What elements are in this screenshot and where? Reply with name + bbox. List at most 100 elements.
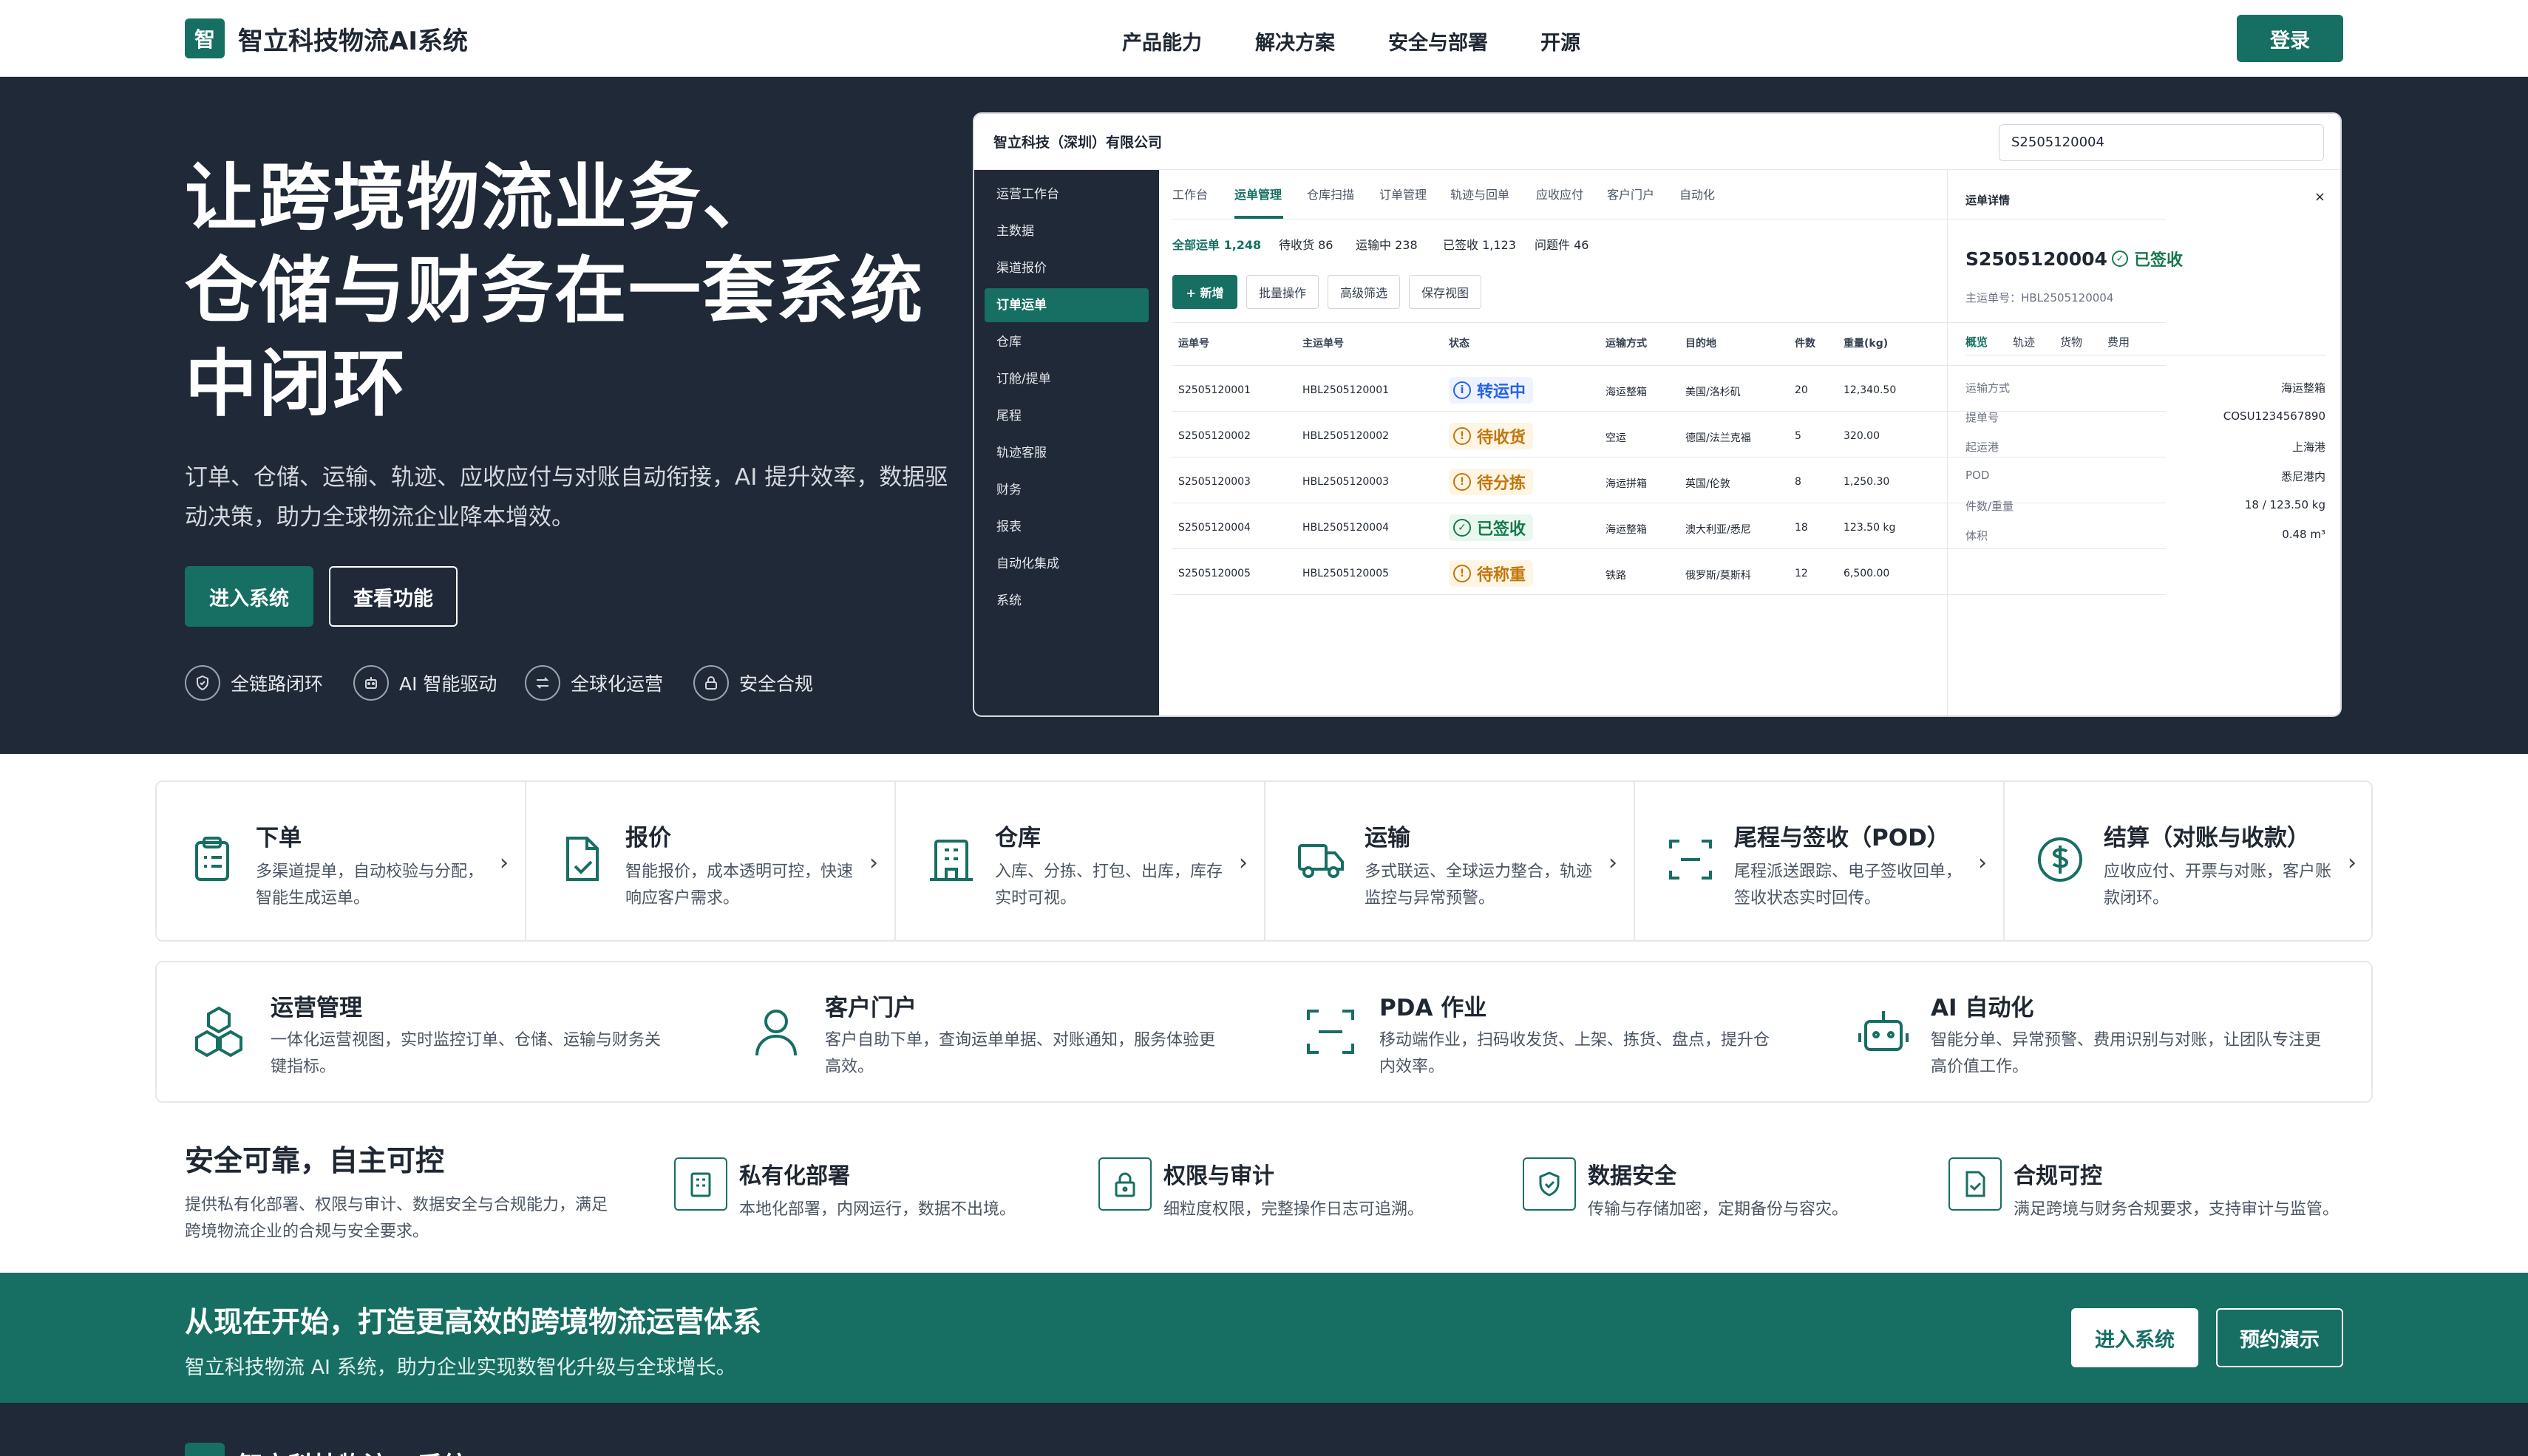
cell-dest: 英国/伦敦: [1685, 478, 1730, 490]
card-desc: 尾程派送跟踪、电子签收回单，签收状态实时回传。: [1734, 863, 1963, 908]
tab-finance[interactable]: 应收应付: [1536, 185, 1583, 203]
detail-heading: 运单详情: [1965, 194, 2011, 207]
tab-orders[interactable]: 订单管理: [1379, 185, 1427, 203]
sidebar-item-warehouse[interactable]: 仓库: [985, 325, 1149, 359]
cell-id[interactable]: S2505120003: [1178, 476, 1251, 488]
add-button[interactable]: + 新增: [1172, 275, 1237, 309]
security-item-title: 数据安全: [1588, 1163, 1676, 1189]
detail-tab-fees[interactable]: 费用: [2107, 334, 2130, 350]
card-desc: 客户自助下单，查询运单单据、对账通知，服务体验更高效。: [825, 1031, 1216, 1076]
sidebar-item-finance[interactable]: 财务: [985, 473, 1149, 507]
batch-button[interactable]: 批量操作: [1246, 275, 1319, 309]
sidebar-item-orders[interactable]: 订单运单: [985, 288, 1149, 322]
detail-tab-overview[interactable]: 概览: [1965, 334, 1988, 350]
tab-workbench[interactable]: 工作台: [1172, 185, 1208, 203]
cubes-icon: [195, 1006, 242, 1058]
detail-tab-tracking[interactable]: 轨迹: [2013, 334, 2035, 350]
save-view-button[interactable]: 保存视图: [1409, 275, 1481, 309]
footer-brand[interactable]: 智立科技物流AI系统: [238, 1446, 468, 1456]
status-badge: ✓ 已签收: [1449, 514, 1534, 541]
tab-automation[interactable]: 自动化: [1679, 185, 1715, 203]
status-text: 待收货: [1477, 429, 1526, 447]
app-topbar: 智立科技（深圳）有限公司 S2505120004: [974, 114, 2340, 170]
brand-name[interactable]: 智立科技物流AI系统: [238, 21, 468, 57]
shield-icon: [185, 665, 220, 701]
swap-icon: [525, 665, 560, 701]
card-transport[interactable]: 运输 多式联运、全球运力整合，轨迹监控与异常预警。 ›: [1265, 782, 1635, 940]
close-icon[interactable]: ×: [2314, 189, 2325, 205]
alert-icon: !: [1453, 427, 1471, 445]
cell-mode: 海运整箱: [1606, 524, 1647, 536]
card-title[interactable]: 客户门户: [825, 989, 917, 1022]
card-title[interactable]: 运营管理: [271, 989, 362, 1022]
alert-icon: !: [1453, 473, 1471, 491]
cell-master: HBL2505120005: [1302, 568, 1390, 579]
cell-mode: 海运拼箱: [1606, 478, 1647, 490]
sidebar-item-booking[interactable]: 订舱/提单: [985, 362, 1149, 396]
tab-customer-portal[interactable]: 客户门户: [1607, 185, 1654, 203]
card-title[interactable]: PDA 作业: [1379, 989, 1486, 1022]
cell-mode: 海运整箱: [1606, 387, 1647, 398]
stat-in-transit[interactable]: 运输中 238: [1356, 235, 1418, 253]
card-title[interactable]: AI 自动化: [1931, 989, 2033, 1022]
card-title: 仓库: [995, 825, 1041, 851]
nav-product[interactable]: 产品能力: [1122, 27, 1202, 55]
enter-system-button[interactable]: 进入系统: [185, 566, 313, 627]
filter-button[interactable]: 高级筛选: [1328, 275, 1400, 309]
cell-id[interactable]: S2505120002: [1178, 430, 1251, 442]
detail-tab-cargo[interactable]: 货物: [2060, 334, 2082, 350]
tab-warehouse-scan[interactable]: 仓库扫描: [1307, 185, 1354, 203]
login-button[interactable]: 登录: [2237, 15, 2343, 62]
status-text: 转运中: [1477, 383, 1526, 401]
card-settlement[interactable]: 结算（对账与收款） 应收应付、开票与对账，客户账款闭环。 ›: [2005, 782, 2374, 940]
cell-id[interactable]: S2505120001: [1178, 384, 1251, 396]
nav-solutions[interactable]: 解决方案: [1255, 27, 1335, 55]
footer-logo[interactable]: [185, 1443, 225, 1456]
stat-pending[interactable]: 待收货 86: [1279, 235, 1333, 253]
robot-icon: [1858, 1011, 1909, 1051]
stat-issues[interactable]: 问题件 46: [1535, 235, 1589, 253]
cta-title: 从现在开始，打造更高效的跨境物流运营体系: [185, 1306, 762, 1339]
tab-waybill[interactable]: 运单管理: [1234, 185, 1282, 203]
hero-subtitle-line-1: 订单、仓储、运输、轨迹、应收应付与对账自动衔接，AI 提升效率，数据驱: [185, 464, 948, 491]
chevron-right-icon: ›: [869, 850, 878, 876]
field-value: 18 / 123.50 kg: [2244, 498, 2325, 511]
sidebar-item-channel-quote[interactable]: 渠道报价: [985, 251, 1149, 285]
feature-label: 全链路闭环: [231, 673, 324, 695]
sidebar-item-tracking[interactable]: 轨迹客服: [985, 436, 1149, 470]
card-warehouse[interactable]: 仓库 入库、分拣、打包、出库，库存实时可视。 ›: [896, 782, 1265, 940]
brand-logo[interactable]: 智: [185, 18, 225, 58]
sidebar-item-master-data[interactable]: 主数据: [985, 214, 1149, 248]
cell-id[interactable]: S2505120005: [1178, 568, 1251, 579]
col-qty: 件数: [1795, 338, 1815, 350]
check-icon: ✓: [2112, 251, 2128, 267]
security-item-desc: 本地化部署，内网运行，数据不出境。: [739, 1200, 1016, 1219]
stat-all[interactable]: 全部运单 1,248: [1172, 235, 1261, 253]
cta-demo-button[interactable]: 预约演示: [2216, 1308, 2343, 1367]
footer: 智立科技物流AI系统: [0, 1403, 2528, 1456]
view-features-button[interactable]: 查看功能: [329, 566, 458, 627]
sidebar-item-automation[interactable]: 自动化集成: [985, 547, 1149, 581]
stat-delivered[interactable]: 已签收 1,123: [1443, 235, 1516, 253]
security-item-desc: 传输与存储加密，定期备份与容灾。: [1588, 1200, 1849, 1219]
cell-id[interactable]: S2505120004: [1178, 522, 1251, 534]
cell-qty: 5: [1795, 430, 1801, 442]
field-value: 0.48 m³: [2282, 528, 2325, 541]
sidebar-item-system[interactable]: 系统: [985, 584, 1149, 618]
nav-open-source[interactable]: 开源: [1540, 27, 1580, 55]
feature-compliance: 安全合规: [693, 665, 813, 701]
card-order[interactable]: 下单 多渠道提单，自动校验与分配，智能生成运单。 ›: [157, 782, 526, 940]
tab-tracking[interactable]: 轨迹与回单: [1450, 185, 1509, 203]
cell-master: HBL2505120004: [1302, 522, 1390, 534]
sidebar-item-last-mile[interactable]: 尾程: [985, 399, 1149, 433]
card-quote[interactable]: 报价 智能报价，成本透明可控，快速响应客户需求。 ›: [526, 782, 896, 940]
field-label: 起运港: [1965, 440, 1999, 454]
cell-qty: 18: [1795, 522, 1808, 534]
sidebar-item-reports[interactable]: 报表: [985, 510, 1149, 544]
sidebar-item-workbench[interactable]: 运营工作台: [985, 177, 1149, 211]
app-search-input[interactable]: S2505120004: [1999, 124, 2324, 161]
card-pod[interactable]: 尾程与签收（POD） 尾程派送跟踪、电子签收回单，签收状态实时回传。 ›: [1635, 782, 2005, 940]
col-dest: 目的地: [1685, 338, 1716, 350]
cta-enter-button[interactable]: 进入系统: [2071, 1308, 2198, 1367]
nav-security[interactable]: 安全与部署: [1388, 27, 1488, 55]
